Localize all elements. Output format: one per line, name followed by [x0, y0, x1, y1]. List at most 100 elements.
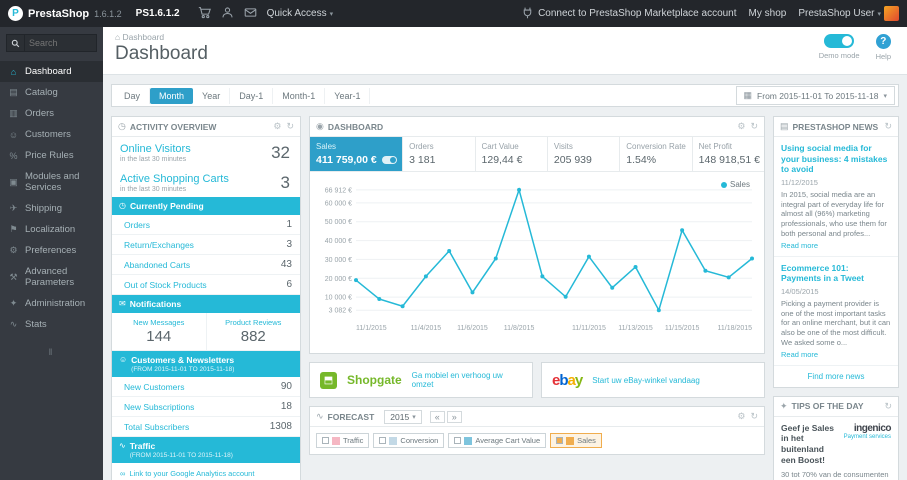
filter-day-button[interactable]: Day	[115, 87, 151, 104]
demo-mode-toggle[interactable]	[824, 34, 855, 48]
gear-icon[interactable]: ⚙	[737, 411, 745, 422]
sidebar-item-dashboard[interactable]: ⌂ Dashboard	[0, 61, 103, 82]
kpi-orders[interactable]: Orders 3 181	[402, 137, 474, 171]
google-analytics-link[interactable]: ∞ Link to your Google Analytics account	[112, 463, 300, 480]
total-subscribers-row[interactable]: Total Subscribers 1308	[112, 417, 300, 438]
sidebar-item-label: Modules and Services	[25, 171, 80, 193]
customers-subtitle: (FROM 2015-11-01 TO 2015-11-18)	[131, 365, 235, 373]
out-of-stock-row[interactable]: Out of Stock Products 6	[112, 275, 300, 296]
kpi-sales[interactable]: Sales 411 759,00 €	[310, 137, 403, 171]
find-more-news-link[interactable]: Find more news	[774, 366, 898, 387]
forecast-cart-value-chip[interactable]: Average Cart Value	[448, 433, 547, 448]
orders-notification-icon[interactable]	[198, 6, 211, 22]
kpi-net-profit[interactable]: Net Profit 148 918,51 €	[691, 137, 764, 171]
tip-icon: ✦	[780, 400, 788, 411]
new-messages-stat[interactable]: New Messages 144	[112, 313, 206, 350]
forecast-prev-button[interactable]: «	[429, 410, 445, 423]
active-carts-metric[interactable]: Active Shopping Carts in the last 30 min…	[112, 167, 300, 197]
forecast-year-select[interactable]: 2015 ▾	[384, 409, 422, 424]
sidebar-item-orders[interactable]: ▥ Orders	[0, 103, 103, 124]
forecast-panel: ∿ FORECAST 2015 ▾ « » ⚙ ↻ Traffic Conver…	[309, 406, 765, 455]
svg-text:30 000 €: 30 000 €	[325, 257, 352, 264]
sidebar-item-advanced-parameters[interactable]: ⚒ Advanced Parameters	[0, 261, 103, 293]
advanced-parameters-icon: ⚒	[9, 271, 18, 282]
marketplace-connect-link[interactable]: Connect to PrestaShop Marketplace accoun…	[521, 6, 737, 22]
online-visitors-metric[interactable]: Online Visitors in the last 30 minutes 3…	[112, 137, 300, 167]
forecast-traffic-chip[interactable]: Traffic	[316, 433, 370, 448]
my-shop-link[interactable]: My shop	[749, 8, 787, 19]
currently-pending-header: ◷ Currently Pending	[112, 197, 300, 216]
currently-pending-title: Currently Pending	[129, 201, 204, 211]
forecast-next-button[interactable]: »	[446, 410, 462, 423]
article-title-link[interactable]: Using social media for your business: 4 …	[781, 143, 891, 175]
new-subscriptions-row[interactable]: New Subscriptions 18	[112, 397, 300, 418]
checkbox-checked-icon	[556, 437, 564, 444]
refresh-icon[interactable]: ↻	[750, 411, 758, 422]
pending-returns-row[interactable]: Return/Exchanges 3	[112, 235, 300, 256]
help-label: Help	[875, 52, 891, 61]
kpi-conversion-rate[interactable]: Conversion Rate 1.54%	[619, 137, 691, 171]
row-label: Orders	[124, 219, 150, 230]
read-more-link[interactable]: Read more	[781, 350, 891, 359]
price-rules-icon: %	[9, 150, 18, 161]
kpi-cart-value[interactable]: Cart Value 129,44 €	[474, 137, 547, 171]
activity-panel-title: ACTIVITY OVERVIEW	[129, 121, 217, 132]
filter-month-1-button[interactable]: Month-1	[273, 87, 326, 104]
chip-label: Traffic	[343, 436, 364, 445]
brand-name: PrestaShop	[28, 7, 90, 20]
sidebar-item-shipping[interactable]: ✈ Shipping	[0, 198, 103, 219]
svg-text:60 000 €: 60 000 €	[325, 200, 352, 207]
sidebar-item-modules[interactable]: ▣ Modules and Services	[0, 166, 103, 198]
filter-day-1-button[interactable]: Day-1	[230, 87, 274, 104]
sidebar-item-preferences[interactable]: ⚙ Preferences	[0, 240, 103, 261]
prestashop-news-panel: ▤ PRESTASHOP NEWS ↻ Using social media f…	[773, 116, 899, 388]
user-label: PrestaShop User	[798, 8, 875, 19]
refresh-icon[interactable]: ↻	[884, 401, 892, 412]
date-range-picker[interactable]: ▦ From 2015-11-01 To 2015-11-18 ▾	[735, 86, 895, 105]
article-excerpt: In 2015, social media are an integral pa…	[781, 189, 887, 238]
chip-label: Average Cart Value	[475, 436, 541, 445]
sidebar-item-price-rules[interactable]: % Price Rules	[0, 145, 103, 166]
refresh-icon[interactable]: ↻	[286, 121, 294, 132]
sales-toggle-icon[interactable]	[382, 156, 398, 164]
sidebar-item-administration[interactable]: ✦ Administration	[0, 293, 103, 314]
sidebar-item-label: Customers	[25, 129, 71, 140]
refresh-icon[interactable]: ↻	[750, 121, 758, 132]
breadcrumb: ⌂ Dashboard	[115, 32, 895, 42]
pending-orders-row[interactable]: Orders 1	[112, 215, 300, 236]
gear-icon[interactable]: ⚙	[737, 121, 745, 132]
forecast-sales-chip[interactable]: Sales	[550, 433, 602, 448]
gear-icon[interactable]: ⚙	[273, 121, 281, 132]
search-input[interactable]	[24, 34, 97, 52]
filter-year-button[interactable]: Year	[193, 87, 231, 104]
article-title-link[interactable]: Ecommerce 101: Payments in a Tweet	[781, 263, 891, 284]
abandoned-carts-row[interactable]: Abandoned Carts 43	[112, 255, 300, 276]
new-customers-row[interactable]: New Customers 90	[112, 377, 300, 398]
kpi-visits[interactable]: Visits 205 939	[546, 137, 619, 171]
sidebar-item-stats[interactable]: ∿ Stats	[0, 314, 103, 335]
refresh-icon[interactable]: ↻	[884, 121, 892, 132]
notifications-title: Notifications	[129, 299, 182, 310]
kpi-value: 3 181	[409, 154, 436, 166]
ebay-link[interactable]: Start uw eBay-winkel vandaag	[592, 376, 700, 385]
filter-year-1-button[interactable]: Year-1	[325, 87, 371, 104]
messages-notification-icon[interactable]	[244, 6, 257, 22]
ebay-letter: y	[574, 371, 583, 389]
row-value: 43	[280, 259, 292, 271]
row-label: Abandoned Carts	[124, 259, 191, 270]
product-reviews-stat[interactable]: Product Reviews 882	[205, 313, 301, 351]
user-menu[interactable]: PrestaShop User ▾	[798, 6, 899, 21]
customers-notification-icon[interactable]	[221, 6, 234, 22]
sidebar-item-customers[interactable]: ☺ Customers	[0, 124, 103, 145]
collapse-sidebar-icon[interactable]: ‖	[0, 347, 103, 357]
read-more-link[interactable]: Read more	[781, 241, 891, 250]
sidebar-item-catalog[interactable]: ▤ Catalog	[0, 82, 103, 103]
filter-month-button[interactable]: Month	[150, 87, 194, 104]
shop-name[interactable]: PS1.6.1.2	[136, 8, 180, 19]
quick-access-menu[interactable]: Quick Access ▾	[267, 8, 334, 19]
stat-value: 882	[240, 328, 266, 346]
help-icon[interactable]: ?	[875, 34, 891, 49]
forecast-conversion-chip[interactable]: Conversion	[373, 433, 445, 448]
sidebar-item-localization[interactable]: ⚑ Localization	[0, 219, 103, 240]
shopgate-link[interactable]: Ga mobiel en verhoog uw omzet	[412, 371, 522, 389]
